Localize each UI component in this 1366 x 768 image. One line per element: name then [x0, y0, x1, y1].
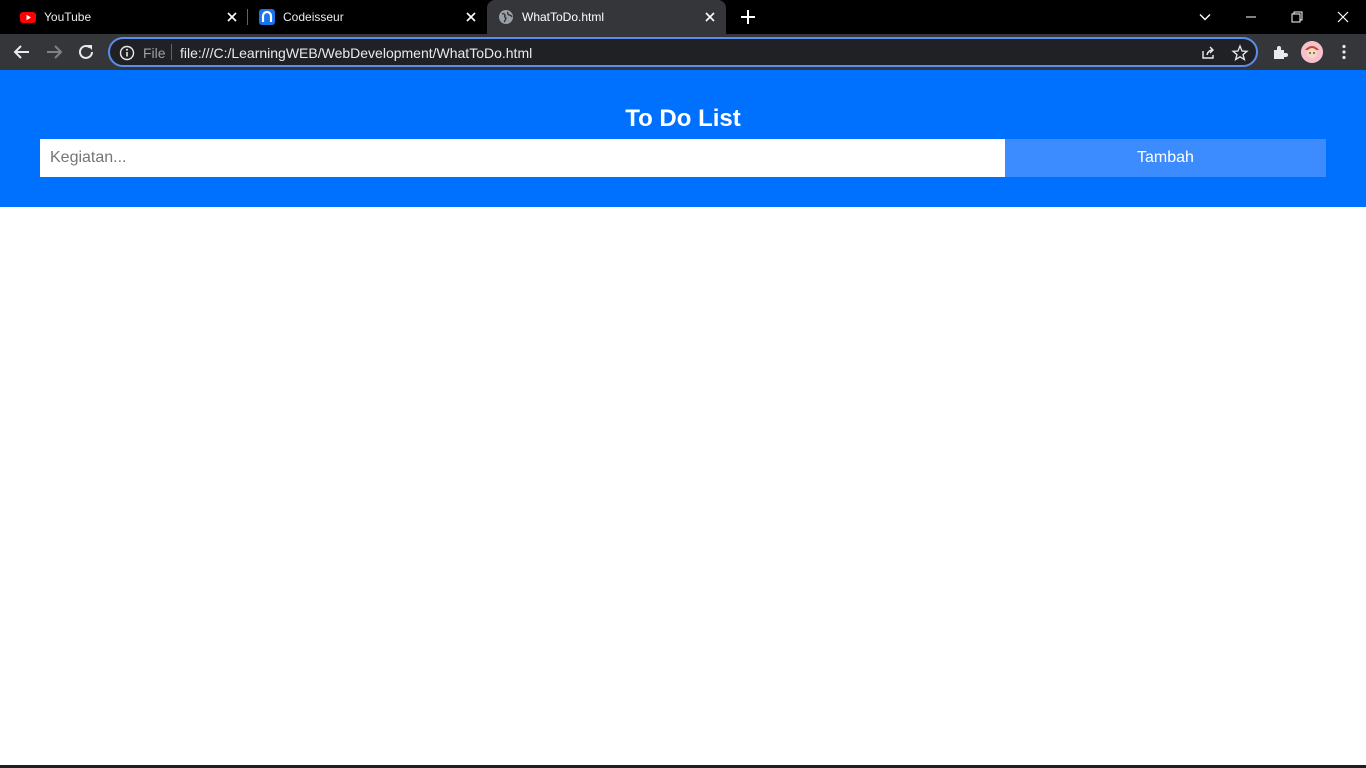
- url-text[interactable]: file:///C:/LearningWEB/WebDevelopment/Wh…: [180, 45, 532, 61]
- youtube-icon: [20, 9, 36, 25]
- browser-toolbar: File file:///C:/LearningWEB/WebDevelopme…: [0, 34, 1366, 70]
- close-tab-icon[interactable]: [702, 9, 718, 25]
- close-window-icon[interactable]: [1320, 0, 1366, 34]
- codeisseur-icon: [259, 9, 275, 25]
- scheme-label: File: [143, 45, 166, 61]
- tab-title: WhatToDo.html: [522, 10, 605, 24]
- globe-icon: [498, 9, 514, 25]
- task-input[interactable]: [40, 139, 1005, 177]
- back-arrow-icon[interactable]: [10, 40, 34, 64]
- tab-title: YouTube: [44, 10, 92, 24]
- tab-youtube[interactable]: YouTube: [0, 0, 246, 34]
- minimize-icon[interactable]: [1228, 0, 1274, 34]
- site-info-icon[interactable]: [119, 45, 135, 61]
- tab-strip: YouTube Codeisseur WhatToDo.html: [0, 0, 1366, 34]
- add-task-button[interactable]: Tambah: [1005, 139, 1326, 177]
- new-tab-icon[interactable]: [738, 7, 758, 27]
- address-bar[interactable]: File file:///C:/LearningWEB/WebDevelopme…: [108, 37, 1258, 67]
- forward-arrow-icon[interactable]: [42, 40, 66, 64]
- tab-search-icon[interactable]: [1182, 0, 1228, 34]
- profile-avatar[interactable]: [1301, 41, 1323, 63]
- tab-whattodo[interactable]: WhatToDo.html: [487, 0, 726, 34]
- omnibox-divider: [171, 44, 172, 60]
- bookmark-star-icon[interactable]: [1231, 44, 1249, 62]
- tab-codeisseur[interactable]: Codeisseur: [248, 0, 486, 34]
- extensions-icon[interactable]: [1268, 40, 1292, 64]
- page-content: To Do List Tambah: [0, 70, 1366, 768]
- todo-header: To Do List Tambah: [0, 70, 1366, 207]
- share-icon[interactable]: [1199, 44, 1217, 62]
- close-tab-icon[interactable]: [463, 9, 479, 25]
- reload-icon[interactable]: [74, 40, 98, 64]
- menu-kebab-icon[interactable]: [1332, 40, 1356, 64]
- close-tab-icon[interactable]: [224, 9, 240, 25]
- page-title: To Do List: [625, 105, 741, 132]
- tab-title: Codeisseur: [283, 10, 344, 24]
- restore-icon[interactable]: [1274, 0, 1320, 34]
